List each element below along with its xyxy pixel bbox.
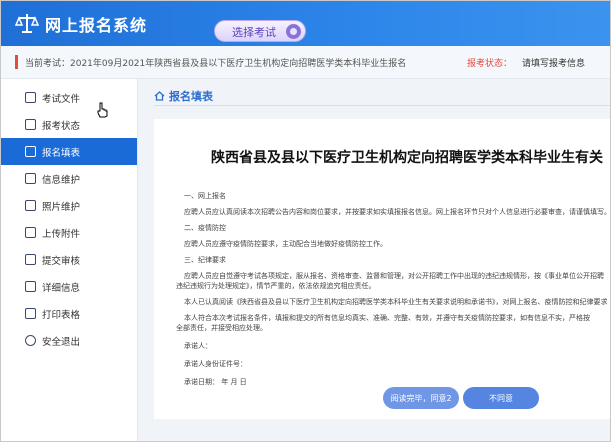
document-icon: [25, 92, 36, 103]
status-label: 报考状态：: [467, 59, 513, 69]
sidebar-item-fill-form[interactable]: 报名填表: [1, 138, 137, 165]
paragraph: 应聘人员应自觉遵守考试各项规定，服从报名、资格审查、监督和管理，对公开招聘工作中…: [184, 272, 604, 280]
sidebar-item-label: 打印表格: [42, 310, 81, 321]
paragraph: 本人符合本次考试报名条件，填报和提交的所有信息均真实、准确、完整、有效，并遵守有…: [184, 314, 590, 322]
id-number-label: 承诺人身份证件号：: [184, 360, 247, 368]
exam-info-bar: 当前考试：2021年09月2021年陕西省县及县以下医疗卫生机构定向招聘医学类本…: [1, 46, 610, 79]
paragraph: 违纪违规行为处理规定》，情节严重的，依法依规追究相应责任。: [176, 282, 376, 290]
pencil-icon: [25, 146, 36, 157]
sidebar-item-info[interactable]: 信息维护: [1, 165, 137, 192]
top-header: 网上报名系统 选择考试: [1, 1, 610, 46]
select-exam-label: 选择考试: [232, 26, 276, 39]
sidebar-item-label: 信息维护: [42, 175, 81, 186]
power-icon: [25, 335, 36, 346]
hand-cursor-icon: [97, 102, 108, 118]
breadcrumb-label: 报名填表: [169, 90, 213, 103]
printer-icon: [25, 308, 36, 319]
paragraph: 全部责任，并接受相应处理。: [176, 324, 267, 332]
sidebar-item-label: 报名填表: [42, 148, 81, 159]
app-title: 网上报名系统: [45, 16, 148, 35]
sidebar-item-label: 详细信息: [42, 283, 81, 294]
submit-icon: [25, 254, 36, 265]
sidebar-item-print[interactable]: 打印表格: [1, 300, 137, 327]
sidebar-item-label: 提交审核: [42, 256, 81, 267]
date-label: 承诺日期： 年 月 日: [184, 378, 247, 386]
agree-button-label: 阅读完毕，同意2: [390, 394, 452, 403]
photo-icon: [25, 200, 36, 211]
paragraph: 应聘人员应遵守疫情防控要求，主动配合当地做好疫情防控工作。: [184, 240, 387, 248]
signature-label: 承诺人：: [184, 342, 212, 350]
monitor-icon: [25, 119, 36, 130]
current-exam-text: 当前考试：2021年09月2021年陕西省县及县以下医疗卫生机构定向招聘医学类本…: [25, 59, 407, 69]
application-status: 报考状态： 请填写报考信息: [467, 56, 585, 69]
disagree-button[interactable]: 不同意: [463, 387, 539, 409]
paragraph: 应聘人员应认真阅读本次招聘公告内容和岗位要求，并按要求如实填报报名信息。网上报名…: [184, 208, 611, 216]
section-heading: 二、疫情防控: [184, 224, 226, 232]
sidebar-item-label: 照片维护: [42, 202, 81, 213]
section-heading: 一、网上报名: [184, 192, 226, 200]
agree-button[interactable]: 阅读完毕，同意2: [383, 387, 459, 409]
document-title: 陕西省县及县以下医疗卫生机构定向招聘医学类本科毕业生有关: [211, 150, 603, 166]
section-heading: 三、纪律要求: [184, 256, 226, 264]
sidebar-item-upload[interactable]: 上传附件: [1, 219, 137, 246]
select-exam-button[interactable]: 选择考试: [214, 20, 306, 42]
notice-document: 陕西省县及县以下医疗卫生机构定向招聘医学类本科毕业生有关 一、网上报名 应聘人员…: [154, 119, 611, 419]
main-content: 报名填表 陕西省县及县以下医疗卫生机构定向招聘医学类本科毕业生有关 一、网上报名…: [138, 79, 611, 441]
detail-icon: [25, 281, 36, 292]
status-value: 请填写报考信息: [522, 59, 586, 69]
home-icon: [154, 91, 165, 101]
form-icon: [25, 173, 36, 184]
scales-logo-icon: [15, 14, 39, 33]
sidebar-item-logout[interactable]: 安全退出: [1, 327, 137, 354]
sidebar-item-exam-docs[interactable]: 考试文件: [1, 84, 137, 111]
sidebar-item-photo[interactable]: 照片维护: [1, 192, 137, 219]
sidebar: 考试文件 报考状态 报名填表 信息维护 照片维护 上传附件 提交审核 详细信息: [1, 79, 138, 441]
breadcrumb: 报名填表: [154, 88, 213, 104]
upload-icon: [25, 227, 36, 238]
breadcrumb-divider: [154, 105, 610, 106]
disagree-button-label: 不同意: [489, 394, 513, 403]
sidebar-item-label: 安全退出: [42, 337, 81, 348]
sidebar-item-label: 报考状态: [42, 121, 81, 132]
sidebar-item-details[interactable]: 详细信息: [1, 273, 137, 300]
paragraph: 本人已认真阅读《陕西省县及县以下医疗卫生机构定向招聘医学类本科毕业生有关要求说明…: [184, 298, 608, 306]
select-exam-icon: [286, 24, 301, 39]
sidebar-item-submit[interactable]: 提交审核: [1, 246, 137, 273]
sidebar-item-label: 上传附件: [42, 229, 81, 240]
sidebar-item-label: 考试文件: [42, 94, 81, 105]
sidebar-item-status[interactable]: 报考状态: [1, 111, 137, 138]
info-marker: [15, 55, 18, 69]
app-window: 网上报名系统 选择考试 当前考试：2021年09月2021年陕西省县及县以下医疗…: [0, 0, 611, 442]
